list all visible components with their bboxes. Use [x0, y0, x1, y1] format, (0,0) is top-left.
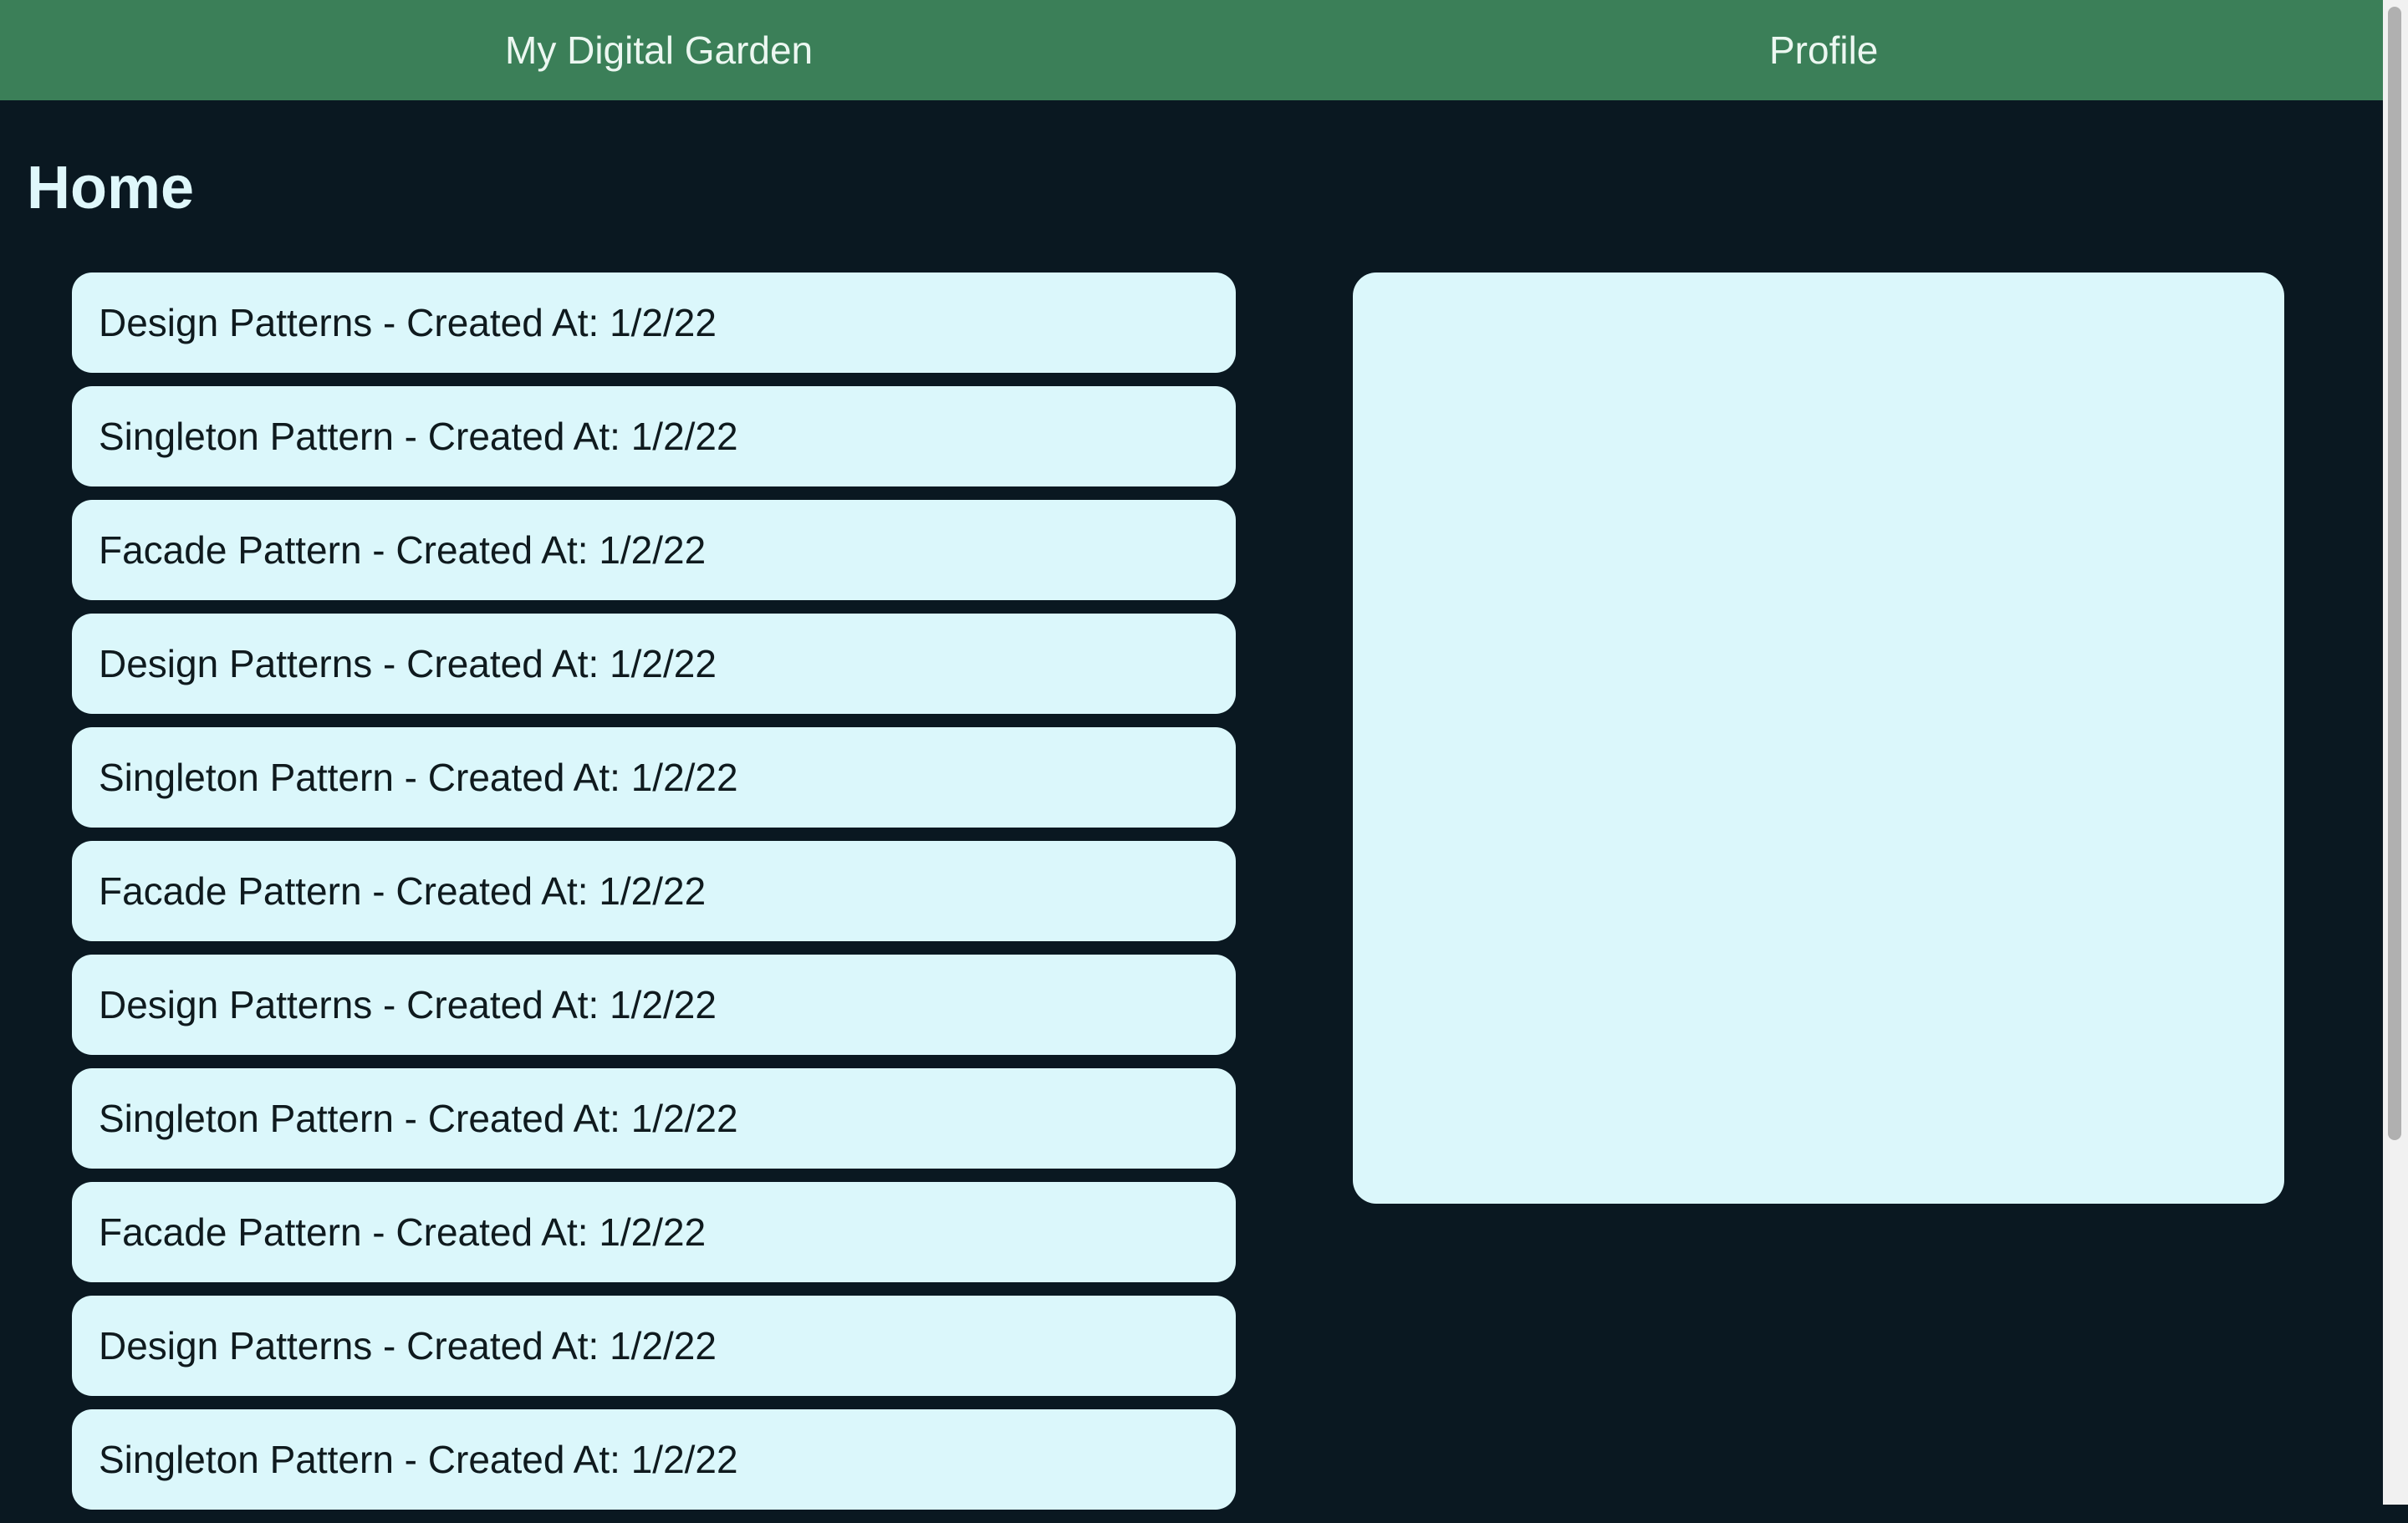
- post-list-item[interactable]: Singleton Pattern - Created At: 1/2/22: [72, 1068, 1236, 1169]
- post-list-item[interactable]: Facade Pattern - Created At: 1/2/22: [72, 841, 1236, 941]
- page-scrollbar-thumb[interactable]: [2388, 7, 2401, 1140]
- post-list-item[interactable]: Singleton Pattern - Created At: 1/2/22: [72, 386, 1236, 486]
- post-list-item[interactable]: Singleton Pattern - Created At: 1/2/22: [72, 1409, 1236, 1510]
- page-title: Home: [27, 155, 195, 222]
- post-list-item[interactable]: Facade Pattern - Created At: 1/2/22: [72, 1182, 1236, 1282]
- nav-profile-link[interactable]: Profile: [1769, 0, 1878, 100]
- post-list-item[interactable]: Design Patterns - Created At: 1/2/22: [72, 1296, 1236, 1396]
- post-list: Design Patterns - Created At: 1/2/22 Sin…: [72, 273, 1236, 1523]
- post-list-item[interactable]: Singleton Pattern - Created At: 1/2/22: [72, 727, 1236, 828]
- nav-home-link[interactable]: My Digital Garden: [505, 0, 813, 100]
- post-list-item[interactable]: Design Patterns - Created At: 1/2/22: [72, 614, 1236, 714]
- post-list-item[interactable]: Facade Pattern - Created At: 1/2/22: [72, 500, 1236, 600]
- post-list-item[interactable]: Design Patterns - Created At: 1/2/22: [72, 955, 1236, 1055]
- post-preview-panel: [1353, 273, 2284, 1204]
- top-navbar: My Digital Garden Profile: [0, 0, 2383, 100]
- post-list-item[interactable]: Design Patterns - Created At: 1/2/22: [72, 273, 1236, 373]
